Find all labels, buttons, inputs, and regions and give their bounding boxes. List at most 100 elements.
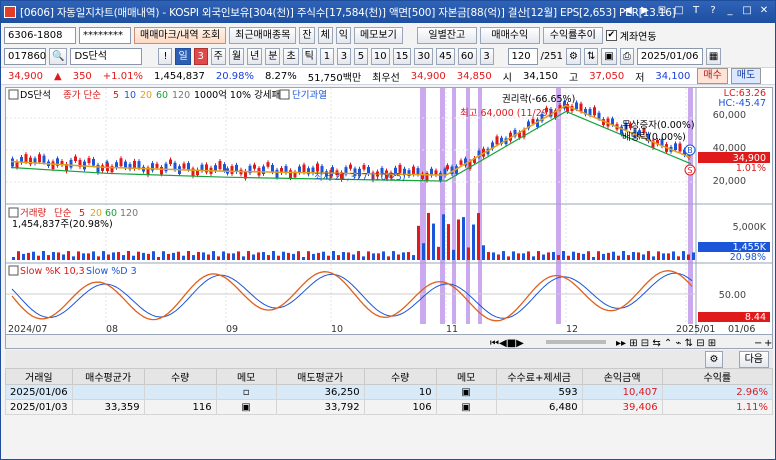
scroll-first-icon[interactable]: ⏮◀■▶ — [490, 338, 524, 349]
col-sell-avg[interactable]: 매도평균가 — [275, 368, 365, 385]
text-icon[interactable]: T — [689, 4, 703, 18]
volume-bar — [427, 212, 430, 260]
legend-checkbox[interactable] — [8, 89, 19, 100]
zoom-in-icon[interactable]: + — [764, 338, 772, 349]
rights-annotation: 권리락(-66.65%) — [502, 93, 575, 105]
help-icon[interactable]: ? — [706, 4, 720, 18]
period-button-alert[interactable]: ! — [158, 47, 173, 65]
volume-bar — [252, 254, 255, 260]
volume-bar — [542, 254, 545, 260]
col-buy-memo[interactable]: 메모 — [215, 368, 277, 385]
candle — [101, 165, 104, 171]
chart-scroll-bar[interactable]: ⏮◀■▶ ▸▸ ⊞ ⊟ ⇆ ⌃ ⌁ ⇅ ⊟ ⊞ − + — [5, 335, 773, 349]
balance-button[interactable]: 잔 — [299, 26, 315, 44]
password-field[interactable]: ******** — [79, 26, 131, 44]
zoom-controls[interactable]: ▸▸ ⊞ ⊟ ⇆ ⌃ ⌁ ⇅ ⊟ ⊞ — [616, 338, 716, 349]
fill-button[interactable]: 체 — [317, 26, 333, 44]
volume: 1,454,837 — [153, 70, 205, 82]
col-fee-tax[interactable]: 수수료+제세금 — [495, 368, 583, 385]
col-buy-qty[interactable]: 수량 — [143, 368, 217, 385]
trade-profit-button[interactable]: 매매수익 — [479, 26, 540, 44]
period-button-year[interactable]: 년 — [247, 47, 263, 65]
split-icon[interactable]: ⊟ — [655, 4, 669, 18]
col-buy-avg[interactable]: 매수평균가 — [71, 368, 145, 385]
memo-icon[interactable]: ▣ — [435, 384, 497, 400]
volume-bar — [52, 252, 55, 260]
count-field[interactable]: 120 — [507, 47, 538, 65]
legend-vma120: 120 — [120, 208, 138, 219]
ask-price: 34,900 — [410, 70, 446, 82]
calendar-icon[interactable]: ▦ — [705, 47, 722, 65]
volume-bar — [127, 251, 130, 260]
search-icon[interactable]: 🔍 — [49, 47, 68, 65]
stock-name-field[interactable]: DS단석 — [70, 47, 143, 65]
table-row[interactable]: 2025/01/03 33,359 116 ▣ 33,792 106 ▣ 6,4… — [5, 399, 774, 415]
col-sell-qty[interactable]: 수량 — [363, 368, 437, 385]
interval-button-60[interactable]: 60 — [457, 47, 477, 65]
memo-view-button[interactable]: 메모보기 — [353, 26, 403, 44]
volume-bar — [367, 251, 370, 260]
volume-bar — [462, 217, 465, 260]
period-button-week[interactable]: 주 — [210, 47, 226, 65]
next-screen-icon[interactable]: ▶ — [638, 4, 652, 18]
close-icon[interactable]: ✕ — [757, 4, 771, 18]
print-icon[interactable]: ⎙ — [619, 47, 634, 65]
daily-balance-button[interactable]: 일별잔고 — [416, 26, 477, 44]
period-button-month[interactable]: 월 — [228, 47, 245, 65]
table-row[interactable]: 2025/01/06 ▫ 36,250 10 ▣ 593 10,407 2.96… — [5, 384, 774, 400]
chart-area[interactable]: DS단석 종가 단순 5 10 20 60 120 1000억 10% 강세패턴… — [5, 87, 773, 335]
col-sell-memo[interactable]: 메모 — [435, 368, 497, 385]
interval-button-45[interactable]: 45 — [436, 47, 455, 65]
table-settings-icon[interactable]: ⚙ — [705, 351, 723, 368]
stock-code-field[interactable]: 017860 — [4, 47, 46, 65]
save-icon[interactable]: ▣ — [601, 47, 617, 65]
candle — [302, 164, 306, 173]
prev-screen-icon[interactable]: ◀ — [621, 4, 635, 18]
interval-button-1[interactable]: 1 — [319, 47, 334, 65]
candle — [42, 155, 46, 163]
next-page-button[interactable]: 다음 — [738, 351, 769, 368]
col-return[interactable]: 수익률 — [661, 368, 774, 385]
table-toolbar: ⚙ 다음 — [5, 350, 773, 368]
memo-icon[interactable]: ▣ — [215, 399, 277, 415]
account-link-checkbox[interactable]: ✔ — [605, 29, 617, 41]
recent-stocks-button[interactable]: 최근매매종목 — [229, 26, 297, 44]
date-field[interactable]: 2025/01/06 — [636, 47, 703, 65]
candle — [51, 161, 55, 170]
memo-icon[interactable]: ▣ — [435, 399, 497, 415]
interval-button-5[interactable]: 5 — [353, 47, 368, 65]
low-annotation: 최저 21,377 (10/25) — [314, 172, 406, 183]
interval-button-30[interactable]: 30 — [414, 47, 434, 65]
memo-icon[interactable]: ▫ — [215, 384, 277, 400]
period-button-second[interactable]: 초 — [283, 47, 299, 65]
col-profit[interactable]: 손익금액 — [581, 368, 663, 385]
minimize-icon[interactable]: _ — [723, 4, 737, 18]
trade-mark-button[interactable]: 매매마크/내역 조회 — [134, 26, 227, 44]
buy-button[interactable]: 매수 — [697, 68, 728, 84]
period-button-3[interactable]: 3 — [193, 47, 208, 65]
interval-button-10[interactable]: 10 — [370, 47, 390, 65]
interval-select[interactable]: 3 — [479, 47, 494, 65]
period-button-tick[interactable]: 틱 — [301, 47, 317, 65]
zoom-out-icon[interactable]: − — [754, 338, 762, 349]
col-date[interactable]: 거래일 — [5, 368, 73, 385]
maximize-icon[interactable]: □ — [740, 4, 754, 18]
sort-icon[interactable]: ⇅ — [583, 47, 599, 65]
sell-button[interactable]: 매도 — [730, 68, 762, 84]
overheat-checkbox[interactable] — [279, 89, 290, 100]
interval-button-3[interactable]: 3 — [336, 47, 351, 65]
volume-legend-checkbox[interactable] — [8, 207, 19, 218]
stoch-legend-checkbox[interactable] — [8, 265, 19, 276]
volume-bar — [582, 253, 585, 260]
history-button[interactable]: 익 — [335, 26, 351, 44]
volume-bar — [102, 251, 105, 260]
account-select[interactable]: 6306-1808 — [4, 26, 76, 44]
bid-price: 34,850 — [456, 70, 492, 82]
link-icon[interactable]: □ — [672, 4, 686, 18]
scroll-thumb[interactable] — [546, 340, 606, 344]
period-button-day[interactable]: 일 — [175, 47, 191, 65]
profit-trend-button[interactable]: 수익률추이 — [542, 26, 603, 44]
interval-button-15[interactable]: 15 — [392, 47, 412, 65]
settings-icon[interactable]: ⚙ — [566, 47, 581, 65]
period-button-minute[interactable]: 분 — [265, 47, 281, 65]
